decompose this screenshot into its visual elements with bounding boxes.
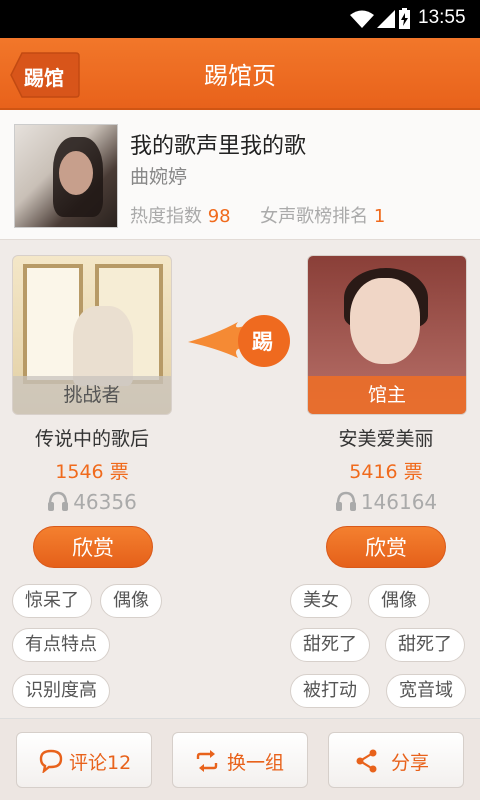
challenger-name: 传说中的歌后 [34, 428, 149, 450]
wifi-icon [350, 10, 374, 28]
owner-tag[interactable]: 偶像 [368, 584, 430, 618]
owner-tag[interactable]: 美女 [290, 584, 352, 618]
rank-label: 女声歌榜排名 [260, 206, 369, 227]
challenger-figure [73, 306, 133, 386]
shuffle-button-label: 换一组 [227, 752, 285, 774]
share-button-label: 分享 [391, 752, 430, 774]
owner-tag[interactable]: 甜死了 [290, 628, 370, 662]
headphones-icon [48, 491, 69, 511]
challenger-photo[interactable]: 挑战者 [12, 255, 172, 415]
cover-face [59, 151, 93, 195]
shuffle-button[interactable]: 换一组 [172, 732, 308, 788]
owner-photo[interactable]: 馆主 [307, 255, 467, 415]
title-bar: 踢馆 踢馆页 [0, 38, 480, 110]
challenger-tag[interactable]: 惊呆了 [12, 584, 92, 618]
owner-role-label: 馆主 [308, 376, 466, 414]
rank-value: 1 [373, 206, 386, 227]
owner-tag[interactable]: 甜死了 [385, 628, 465, 662]
owner-appreciate-button[interactable]: 欣赏 [326, 526, 446, 568]
challenger-appreciate-button[interactable]: 欣赏 [33, 526, 153, 568]
share-button[interactable]: 分享 [328, 732, 464, 788]
signal-icon [377, 10, 395, 28]
refresh-icon [196, 750, 218, 772]
song-title: 我的歌声里我的歌 [130, 134, 307, 159]
album-cover[interactable] [14, 124, 118, 228]
clock: 13:55 [418, 7, 466, 28]
owner-listen-count: 146164 [360, 490, 438, 514]
challenger-tag[interactable]: 识别度高 [12, 674, 110, 708]
challenger-listen-count: 46356 [73, 490, 137, 514]
heat-label: 热度指数 [130, 206, 202, 227]
share-icon [356, 749, 377, 773]
owner-listens: 146164 [296, 490, 476, 514]
kick-label: 踢 [252, 330, 273, 354]
owner-tag[interactable]: 宽音域 [386, 674, 466, 708]
page-title: 踢馆页 [204, 62, 276, 90]
comment-icon [39, 749, 63, 773]
challenger-votes: 1546 票 [55, 461, 129, 483]
challenger-role-label: 挑战者 [13, 376, 171, 414]
flame-icon [188, 315, 290, 367]
song-stats: 热度指数 98 女声歌榜排名 1 [130, 202, 385, 228]
status-bar: 13:55 [0, 0, 480, 38]
battery-icon [399, 8, 410, 29]
song-singer: 曲婉婷 [130, 166, 188, 188]
challenger-tag[interactable]: 偶像 [100, 584, 162, 618]
headphones-icon [335, 491, 356, 511]
challenger-tag[interactable]: 有点特点 [12, 628, 110, 662]
comment-button-label: 评论12 [69, 752, 132, 774]
song-info-card[interactable]: 我的歌声里我的歌 曲婉婷 热度指数 98 女声歌榜排名 1 [0, 110, 480, 240]
heat-value: 98 [207, 206, 231, 227]
bottom-action-bar: 评论12 换一组 分享 [0, 718, 480, 800]
owner-votes: 5416 票 [349, 461, 423, 483]
comment-button[interactable]: 评论12 [16, 732, 152, 788]
owner-tag[interactable]: 被打动 [290, 674, 370, 708]
challenger-listens: 46356 [2, 490, 182, 514]
owner-figure [350, 278, 420, 364]
owner-name: 安美爱美丽 [338, 428, 434, 450]
kick-badge: 踢 [186, 312, 292, 370]
